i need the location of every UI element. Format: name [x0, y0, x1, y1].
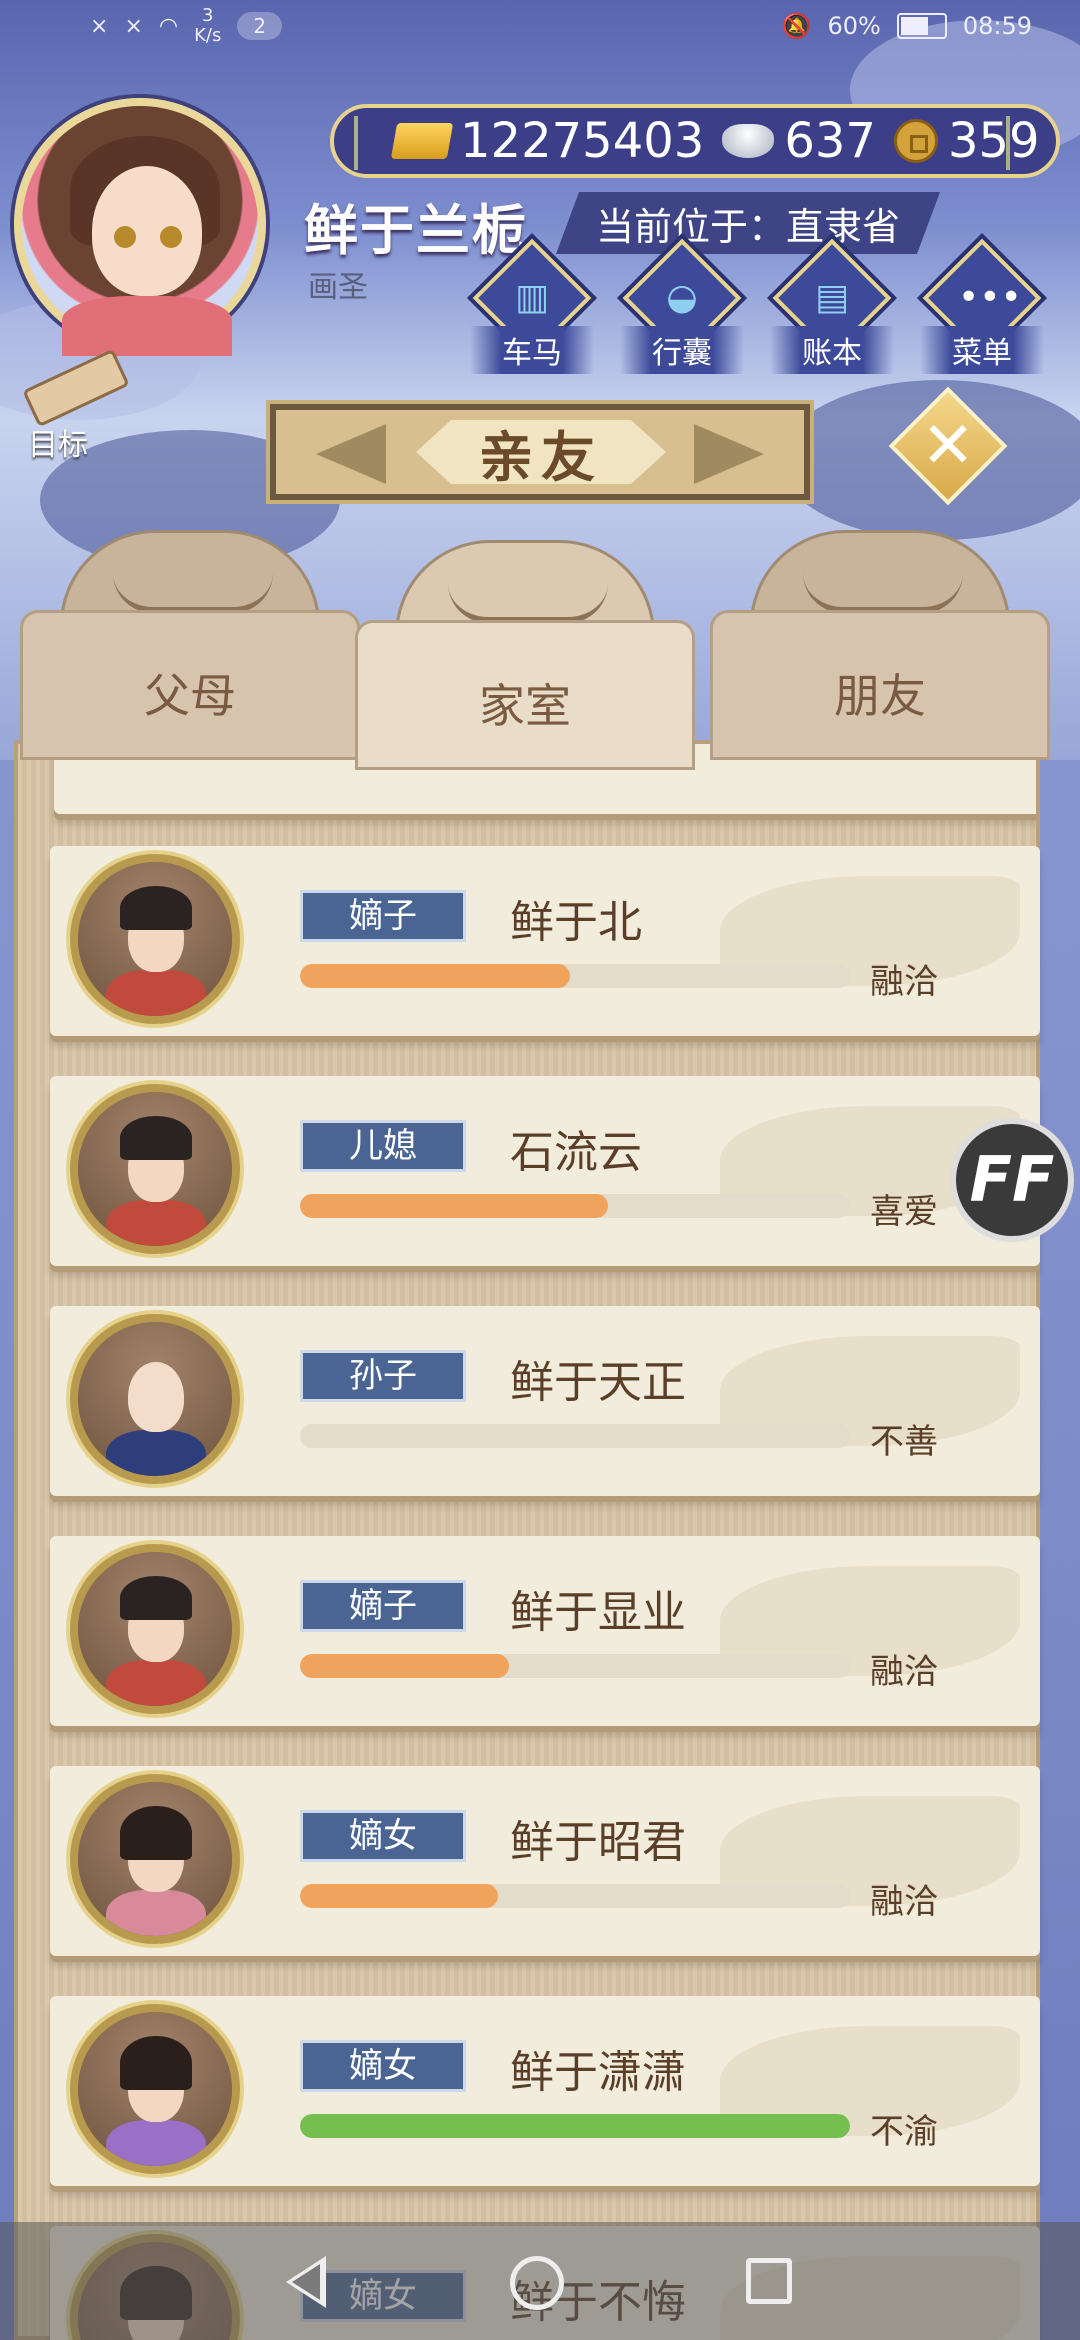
affinity-fill: [300, 1884, 498, 1908]
relationship-status: 不渝: [870, 2112, 938, 2152]
relation-tag: 嫡子: [300, 1580, 466, 1632]
relation-tag: 嫡女: [300, 1810, 466, 1862]
battery-percent: 60%: [827, 12, 881, 40]
member-portrait[interactable]: [70, 1084, 240, 1254]
relationship-status: 融洽: [870, 962, 938, 1002]
affinity-fill: [300, 2114, 850, 2138]
family-member-card[interactable]: 嫡女 鲜于潇潇不渝: [50, 1996, 1040, 2186]
ledger-button[interactable]: ▤ 账本: [770, 238, 894, 374]
tab-friends[interactable]: 朋友: [710, 530, 1050, 760]
member-portrait[interactable]: [70, 854, 240, 1024]
back-icon[interactable]: [286, 2256, 326, 2308]
relationship-status: 不善: [870, 1422, 938, 1462]
bamboo-icon: [1006, 116, 1036, 170]
affinity-bar: [300, 1884, 850, 1908]
silver-ingot-icon: [722, 124, 775, 158]
relationship-status: 融洽: [870, 1652, 938, 1692]
member-name: 鲜于潇潇: [510, 2047, 686, 2098]
home-icon[interactable]: [510, 2256, 564, 2310]
relation-tag: 儿媳: [300, 1120, 466, 1172]
member-portrait[interactable]: [70, 1314, 240, 1484]
affinity-bar: [300, 1654, 850, 1678]
member-portrait[interactable]: [70, 1774, 240, 1944]
carriage-button[interactable]: ▥ 车马: [470, 238, 594, 374]
signal-icon: ×: [90, 13, 109, 39]
family-member-card[interactable]: 嫡子 鲜于北融洽: [50, 846, 1040, 1036]
menu-button[interactable]: ••• 菜单: [920, 238, 1044, 374]
affinity-bar: [300, 2114, 850, 2138]
relationship-status: 融洽: [870, 1882, 938, 1922]
relation-tag: 嫡女: [300, 2040, 466, 2092]
family-member-card[interactable]: 嫡女 鲜于昭君融洽: [50, 1766, 1040, 1956]
family-member-card[interactable]: 儿媳 石流云喜爱: [50, 1076, 1040, 1266]
top-nav: ▥ 车马 ◒ 行囊 ▤ 账本 ••• 菜单: [470, 238, 1050, 374]
gold-amount: 12275403: [460, 113, 705, 169]
member-portrait[interactable]: [70, 2004, 240, 2174]
affinity-fill: [300, 964, 570, 988]
family-member-card[interactable]: 嫡子 鲜于显业融洽: [50, 1536, 1040, 1726]
mute-icon: 🔕: [781, 12, 812, 40]
member-portrait[interactable]: [70, 1544, 240, 1714]
panel-title: 亲友: [416, 420, 666, 484]
affinity-fill: [300, 1194, 608, 1218]
silver-amount: 637: [784, 113, 876, 169]
notification-count: 2: [237, 12, 283, 40]
battery-icon: [896, 13, 947, 39]
net-speed: 3 K/s: [194, 5, 222, 46]
affinity-bar: [300, 1194, 850, 1218]
system-nav-bar: [0, 2222, 1080, 2340]
member-name: 鲜于昭君: [510, 1817, 686, 1868]
close-icon: ✕: [921, 409, 975, 483]
family-member-card[interactable]: 孙子 鲜于天正不善: [50, 1306, 1040, 1496]
panel-title-banner: 亲友: [270, 404, 810, 500]
goal-button[interactable]: 目标: [18, 348, 130, 463]
gold-ingot-icon: [390, 123, 454, 159]
affinity-bar: [300, 964, 850, 988]
affinity-bar: [300, 1424, 850, 1448]
member-name: 石流云: [510, 1127, 642, 1178]
clock: 08:59: [962, 12, 1032, 40]
signal-icon: ×: [124, 13, 143, 39]
bamboo-icon: [354, 116, 384, 170]
player-avatar[interactable]: [14, 98, 266, 356]
member-name: 鲜于天正: [510, 1357, 686, 1408]
fast-forward-button[interactable]: FF: [950, 1118, 1074, 1242]
relation-tag: 嫡子: [300, 890, 466, 942]
affinity-fill: [300, 1654, 509, 1678]
bag-icon: ◒: [666, 277, 698, 318]
more-icon: •••: [958, 277, 1022, 318]
system-status-bar: × × ◠ 3 K/s 2 🔕 60% 08:59: [0, 0, 1080, 58]
relationship-status: 喜爱: [870, 1192, 938, 1232]
player-title: 画圣: [308, 270, 368, 305]
relation-tag: 孙子: [300, 1350, 466, 1402]
recent-apps-icon[interactable]: [746, 2258, 792, 2304]
copper-coin-icon: [893, 119, 938, 163]
currency-bar: 12275403 637 359: [330, 104, 1060, 178]
member-name: 鲜于北: [510, 897, 642, 948]
member-name: 鲜于显业: [510, 1587, 686, 1638]
location-label: 当前位于：直隶省: [556, 192, 941, 254]
book-icon: ▤: [814, 277, 849, 318]
bag-button[interactable]: ◒ 行囊: [620, 238, 744, 374]
chevron-left-icon: [316, 424, 386, 484]
chevron-right-icon: [694, 424, 764, 484]
tab-parents[interactable]: 父母: [20, 530, 360, 760]
wifi-icon: ◠: [158, 13, 179, 39]
tab-family[interactable]: 家室: [355, 540, 695, 770]
carriage-icon: ▥: [514, 277, 549, 318]
